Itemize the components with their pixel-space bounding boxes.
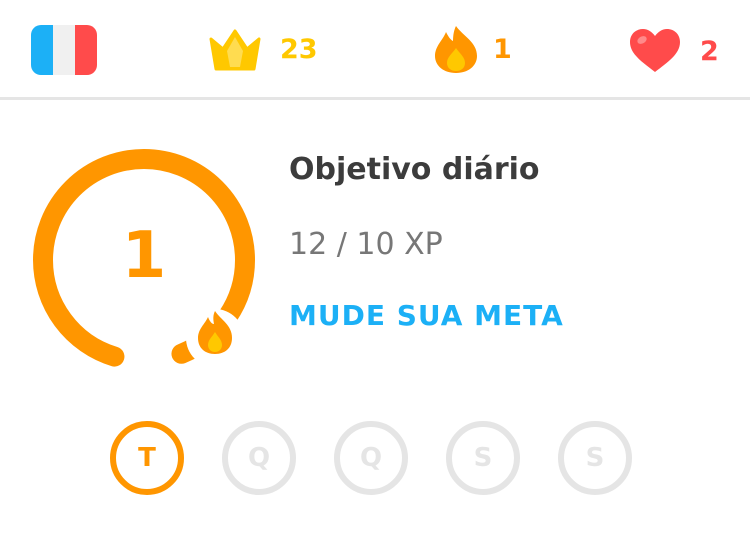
day-circle: S xyxy=(446,421,520,495)
crowns-counter[interactable]: 23 xyxy=(208,27,318,71)
hearts-counter[interactable]: 2 xyxy=(628,28,719,74)
day-circle: Q xyxy=(334,421,408,495)
streak-count: 1 xyxy=(493,33,512,65)
course-flag-button[interactable] xyxy=(31,25,97,75)
flame-icon xyxy=(435,26,477,73)
xp-progress-text: 12 / 10 XP xyxy=(289,227,443,262)
top-stats-bar: 23 1 2 xyxy=(0,0,750,100)
hearts-count: 2 xyxy=(700,35,719,67)
streak-counter[interactable]: 1 xyxy=(433,24,512,74)
change-goal-button[interactable]: MUDE SUA META xyxy=(289,299,564,332)
heart-icon xyxy=(630,29,680,72)
streak-number: 1 xyxy=(121,219,167,293)
week-streak-days: T Q Q S S xyxy=(110,421,632,495)
day-circle: T xyxy=(110,421,184,495)
day-circle: Q xyxy=(222,421,296,495)
crown-icon xyxy=(209,29,261,71)
daily-goal-title: Objetivo diário xyxy=(289,152,540,187)
day-circle: S xyxy=(558,421,632,495)
france-flag-icon xyxy=(31,25,97,75)
crowns-count: 23 xyxy=(280,33,318,65)
